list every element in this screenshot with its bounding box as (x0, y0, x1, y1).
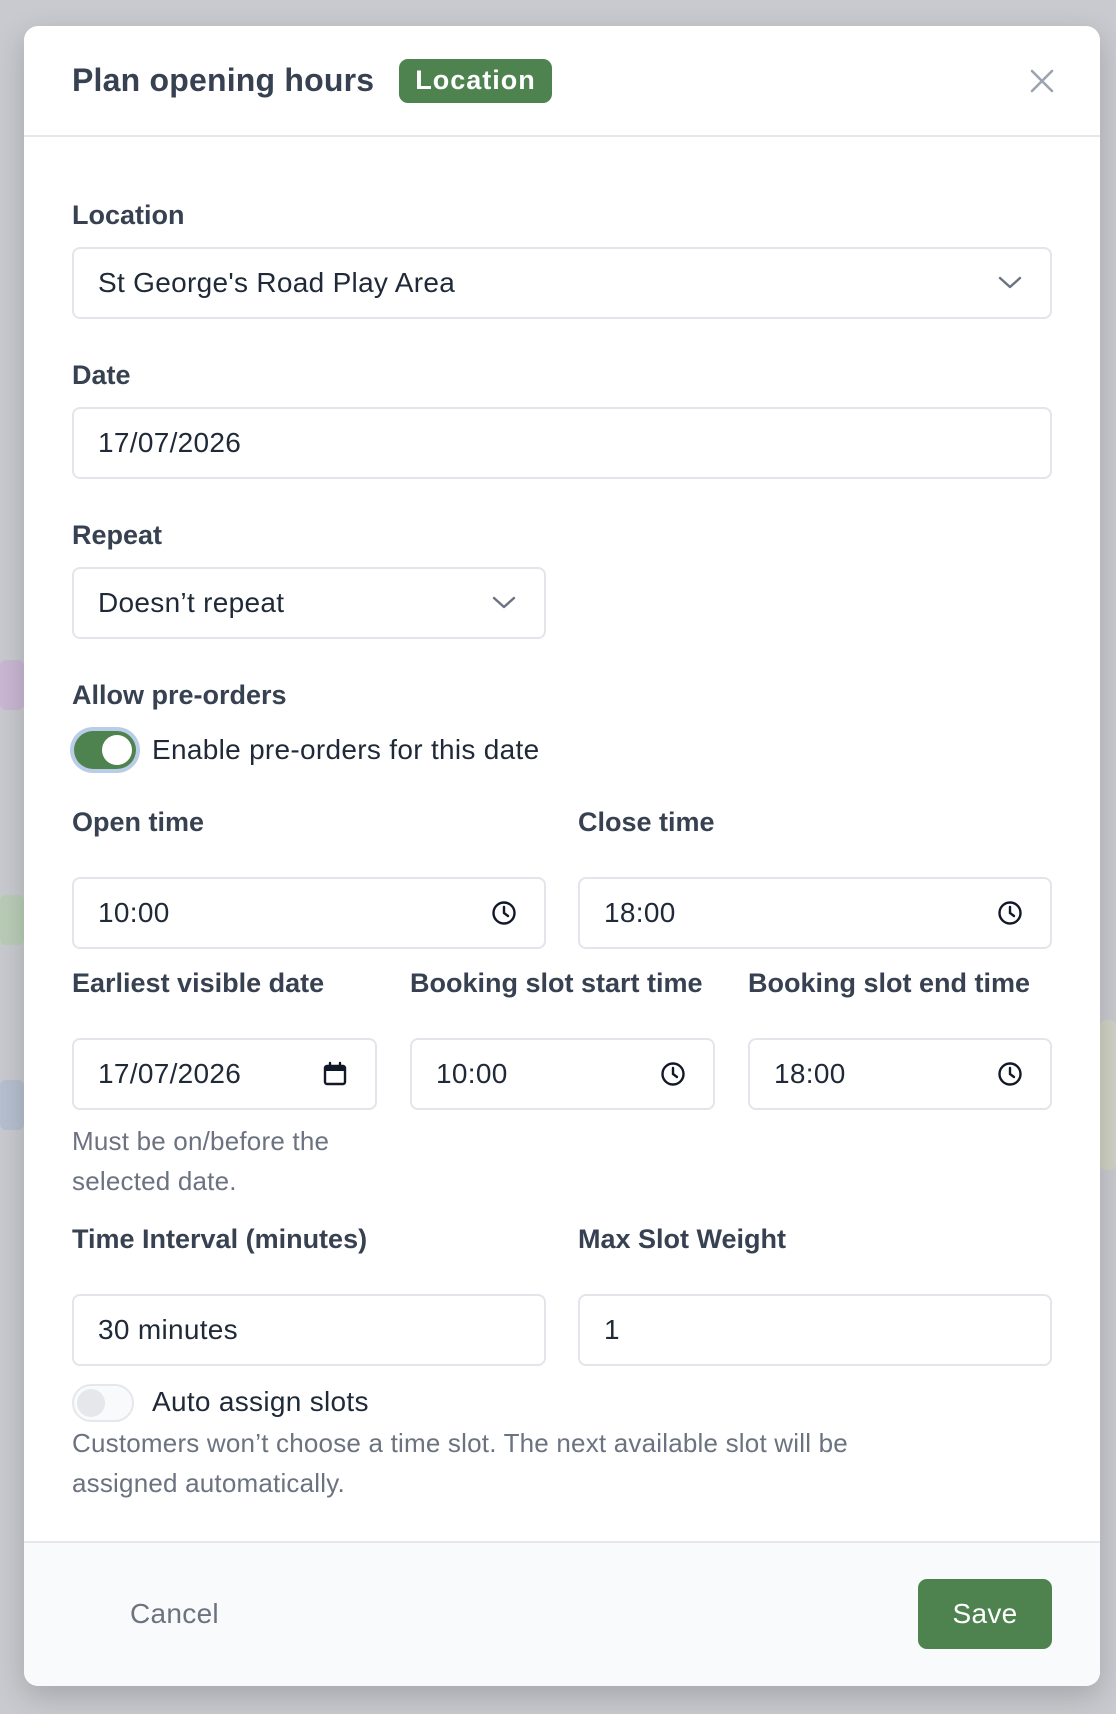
modal-title: Plan opening hours (72, 62, 375, 98)
location-select[interactable]: St George's Road Play Area (72, 247, 1052, 319)
repeat-label: Repeat (72, 520, 163, 550)
earliest-visible-help-line1: Must be on/before the (72, 1126, 330, 1156)
date-input[interactable]: 17/07/2026 (72, 407, 1052, 479)
auto-assign-toggle[interactable] (72, 1384, 134, 1422)
interval-value: 30 minutes (98, 1314, 238, 1345)
close-button[interactable] (1024, 63, 1060, 99)
earliest-visible-date-input[interactable]: 17/07/2026 (72, 1038, 377, 1110)
slot-start-time-input[interactable]: 10:00 (410, 1038, 715, 1110)
slot-end-value: 18:00 (774, 1058, 846, 1089)
repeat-select[interactable]: Doesn’t repeat (72, 567, 546, 639)
auto-assign-label: Auto assign slots (152, 1386, 369, 1417)
preorders-label: Allow pre-orders (72, 680, 287, 710)
background-hint (0, 660, 24, 710)
background-hint (1100, 1020, 1116, 1170)
date-label: Date (72, 360, 131, 390)
slot-start-label: Booking slot start time (410, 968, 703, 998)
background-hint (0, 1080, 24, 1130)
close-time-label: Close time (578, 807, 715, 837)
interval-label: Time Interval (minutes) (72, 1224, 368, 1254)
slot-start-value: 10:00 (436, 1058, 508, 1089)
max-weight-value: 1 (604, 1314, 620, 1345)
plan-opening-hours-modal: Plan opening hours Location Location St … (24, 26, 1100, 1686)
open-time-label: Open time (72, 807, 205, 837)
toggle-knob (102, 735, 132, 765)
max-weight-label: Max Slot Weight (578, 1224, 787, 1254)
preorders-toggle-text: Enable pre-orders for this date (152, 734, 540, 765)
earliest-visible-value: 17/07/2026 (98, 1058, 242, 1089)
repeat-select-value: Doesn’t repeat (98, 587, 285, 618)
close-time-input[interactable]: 18:00 (578, 877, 1052, 949)
earliest-visible-label: Earliest visible date (72, 968, 325, 998)
modal-footer: Cancel Save (24, 1541, 1100, 1686)
cancel-button[interactable]: Cancel (106, 1579, 243, 1649)
interval-input[interactable]: 30 minutes (72, 1294, 546, 1366)
close-icon (1030, 69, 1054, 93)
chevron-down-icon (488, 587, 520, 619)
clock-icon[interactable] (657, 1058, 689, 1090)
location-select-value: St George's Road Play Area (98, 267, 456, 298)
calendar-icon[interactable] (319, 1058, 351, 1090)
slot-end-time-input[interactable]: 18:00 (748, 1038, 1052, 1110)
auto-assign-help-line1: Customers won’t choose a time slot. The … (72, 1428, 848, 1458)
close-time-value: 18:00 (604, 897, 676, 928)
preorders-toggle[interactable] (74, 731, 136, 769)
background-hint (0, 895, 24, 945)
open-time-value: 10:00 (98, 897, 170, 928)
chevron-down-icon (994, 267, 1026, 299)
earliest-visible-help-line2: selected date. (72, 1166, 237, 1196)
clock-icon[interactable] (994, 897, 1026, 929)
auto-assign-help-line2: assigned automatically. (72, 1468, 345, 1498)
modal-header: Plan opening hours Location (24, 26, 1100, 137)
clock-icon[interactable] (994, 1058, 1026, 1090)
location-badge: Location (399, 58, 552, 103)
slot-end-label: Booking slot end time (748, 968, 1031, 998)
clock-icon[interactable] (488, 897, 520, 929)
date-input-value: 17/07/2026 (98, 427, 242, 458)
toggle-knob (77, 1389, 105, 1417)
max-slot-weight-input[interactable]: 1 (578, 1294, 1052, 1366)
save-button[interactable]: Save (918, 1579, 1052, 1649)
location-label: Location (72, 200, 185, 230)
open-time-input[interactable]: 10:00 (72, 877, 546, 949)
